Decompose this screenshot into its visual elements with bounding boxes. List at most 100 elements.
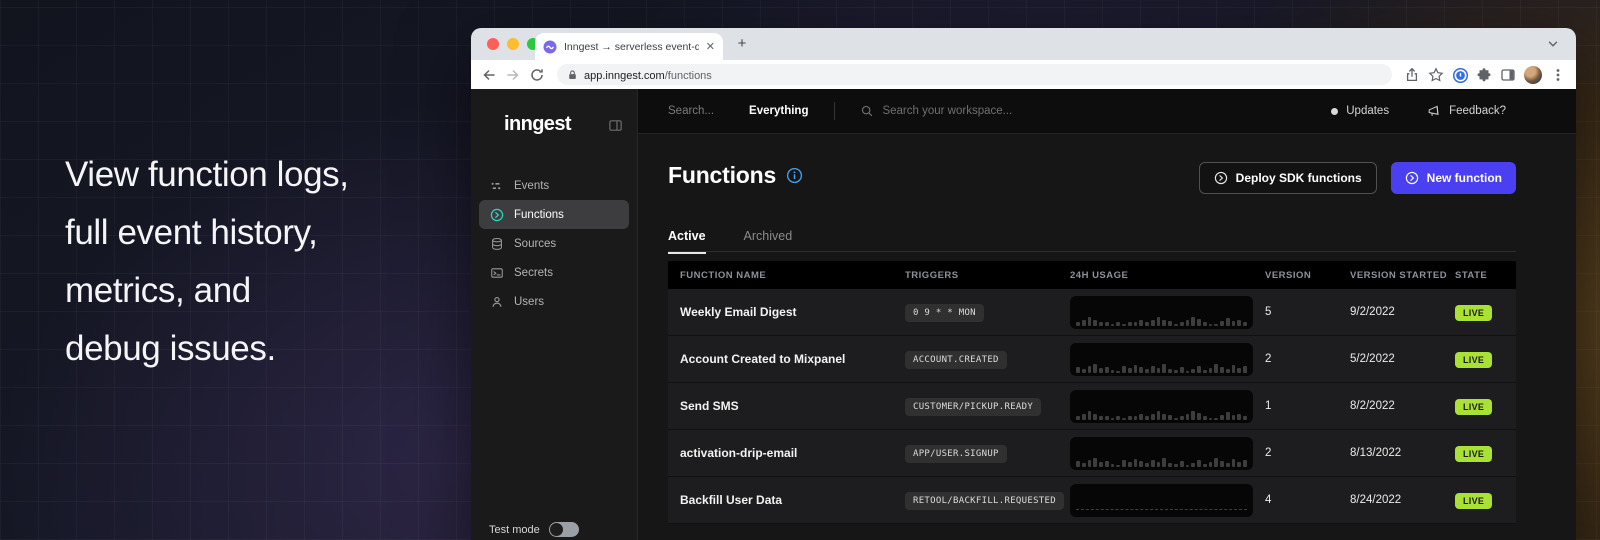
usage-sparkline-chart	[1070, 390, 1253, 423]
usage-sparkline-chart	[1070, 343, 1253, 376]
onepassword-extension-icon[interactable]	[1452, 67, 1468, 83]
workspace-search-input[interactable]: Search your workspace...	[882, 105, 1012, 117]
usage-bar	[1220, 321, 1224, 326]
close-window-icon[interactable]	[487, 38, 499, 50]
feedback-button[interactable]: Feedback?	[1427, 104, 1506, 118]
usage-bar	[1180, 367, 1184, 373]
sidebar-item-functions[interactable]: Functions	[479, 200, 629, 229]
usage-bar	[1105, 367, 1109, 373]
column-header: STATE	[1455, 270, 1516, 281]
usage-bar	[1162, 320, 1166, 326]
chevron-down-icon[interactable]	[1546, 37, 1560, 51]
usage-bar	[1162, 364, 1166, 373]
browser-menu-icon[interactable]	[1550, 67, 1566, 83]
version-started-date: 9/2/2022	[1350, 306, 1455, 318]
function-name: activation-drip-email	[680, 446, 905, 460]
share-icon[interactable]	[1404, 67, 1420, 83]
test-mode-toggle[interactable]	[549, 522, 579, 537]
usage-bar	[1145, 369, 1149, 373]
search-scope-everything[interactable]: Everything	[749, 105, 808, 117]
table-row[interactable]: Backfill User DataRETOOL/BACKFILL.REQUES…	[668, 477, 1516, 524]
sidebar-item-events[interactable]: Events	[479, 171, 629, 200]
usage-bar	[1220, 415, 1224, 420]
sidebar-item-label: Functions	[514, 209, 564, 221]
usage-bar	[1076, 461, 1080, 467]
usage-sparkline-chart	[1070, 437, 1253, 470]
inngest-logo: inngest	[504, 113, 571, 136]
collapse-sidebar-icon[interactable]	[608, 118, 623, 133]
usage-bar	[1237, 414, 1241, 420]
usage-bar	[1226, 369, 1230, 373]
usage-bar	[1093, 458, 1097, 467]
usage-bar	[1180, 416, 1184, 420]
usage-bar	[1105, 461, 1109, 467]
new-function-button[interactable]: New function	[1391, 162, 1516, 194]
tab-title: Inngest → serverless event-dri	[564, 41, 699, 53]
usage-bar	[1191, 463, 1195, 467]
sidebar-item-label: Users	[514, 296, 544, 308]
usage-bar	[1139, 367, 1143, 373]
browser-tab[interactable]: Inngest → serverless event-dri ✕	[535, 33, 723, 60]
updates-button[interactable]: Updates	[1331, 105, 1389, 117]
info-icon[interactable]	[786, 167, 803, 184]
usage-bar	[1093, 414, 1097, 420]
usage-bar	[1111, 464, 1115, 467]
usage-bar	[1191, 411, 1195, 420]
megaphone-icon	[1427, 104, 1441, 118]
url-bar[interactable]: app.inngest.com/functions	[557, 64, 1392, 85]
table-row[interactable]: Send SMSCUSTOMER/PICKUP.READY18/2/2022LI…	[668, 383, 1516, 430]
trigger-badge: APP/USER.SIGNUP	[905, 445, 1007, 463]
extensions-puzzle-icon[interactable]	[1476, 67, 1492, 83]
usage-bar	[1186, 371, 1190, 373]
events-icon	[490, 179, 504, 193]
table-row[interactable]: Account Created to MixpanelACCOUNT.CREAT…	[668, 336, 1516, 383]
bookmark-star-icon[interactable]	[1428, 67, 1444, 83]
usage-bar	[1157, 462, 1161, 467]
usage-bar	[1093, 364, 1097, 373]
deploy-sdk-functions-button[interactable]: Deploy SDK functions	[1199, 162, 1377, 194]
sidebar-item-secrets[interactable]: Secrets	[479, 258, 629, 287]
browser-window: Inngest → serverless event-dri ✕ +	[471, 28, 1576, 540]
hero-line: View function logs,	[65, 146, 349, 204]
new-function-button-label: New function	[1427, 171, 1502, 185]
test-mode-control: Test mode	[489, 522, 579, 537]
usage-bar	[1088, 460, 1092, 467]
sidebar: inngest Events Functions Sources Secrets Use…	[471, 89, 638, 540]
usage-bar	[1082, 320, 1086, 326]
profile-avatar[interactable]	[1524, 66, 1542, 84]
usage-sparkline-chart	[1070, 296, 1253, 329]
search-menu-button[interactable]: Search...	[668, 105, 714, 117]
usage-bar	[1157, 368, 1161, 373]
sidebar-item-users[interactable]: Users	[479, 287, 629, 316]
usage-bar	[1093, 320, 1097, 326]
tab-close-icon[interactable]: ✕	[706, 40, 715, 53]
minimize-window-icon[interactable]	[507, 38, 519, 50]
updates-label: Updates	[1346, 105, 1389, 117]
usage-bar	[1088, 411, 1092, 420]
functions-page: Functions Deploy SDK functions	[638, 134, 1576, 540]
usage-bar	[1232, 415, 1236, 420]
usage-bar	[1139, 461, 1143, 467]
usage-bar	[1209, 462, 1213, 467]
new-tab-button[interactable]: +	[733, 35, 751, 53]
column-header: 24H USAGE	[1070, 270, 1265, 281]
usage-bar	[1243, 460, 1247, 467]
side-panel-icon[interactable]	[1500, 67, 1516, 83]
table-row[interactable]: Weekly Email Digest0 9 * * MON59/2/2022L…	[668, 289, 1516, 336]
deploy-circle-arrow-icon	[1214, 171, 1228, 185]
usage-sparkline-chart	[1070, 484, 1253, 517]
forward-icon[interactable]	[505, 67, 521, 83]
back-icon[interactable]	[481, 67, 497, 83]
usage-bar	[1139, 320, 1143, 326]
functions-icon	[490, 208, 504, 222]
reload-icon[interactable]	[529, 67, 545, 83]
sidebar-item-sources[interactable]: Sources	[479, 229, 629, 258]
sidebar-item-label: Sources	[514, 238, 556, 250]
usage-bar	[1105, 322, 1109, 326]
hero-text: View function logs,full event history,me…	[65, 146, 349, 378]
marketing-backdrop: View function logs,full event history,me…	[0, 0, 1600, 540]
table-row[interactable]: activation-drip-emailAPP/USER.SIGNUP28/1…	[668, 430, 1516, 477]
usage-bar	[1128, 416, 1132, 420]
hero-line: full event history,	[65, 204, 349, 262]
usage-bar	[1082, 369, 1086, 373]
